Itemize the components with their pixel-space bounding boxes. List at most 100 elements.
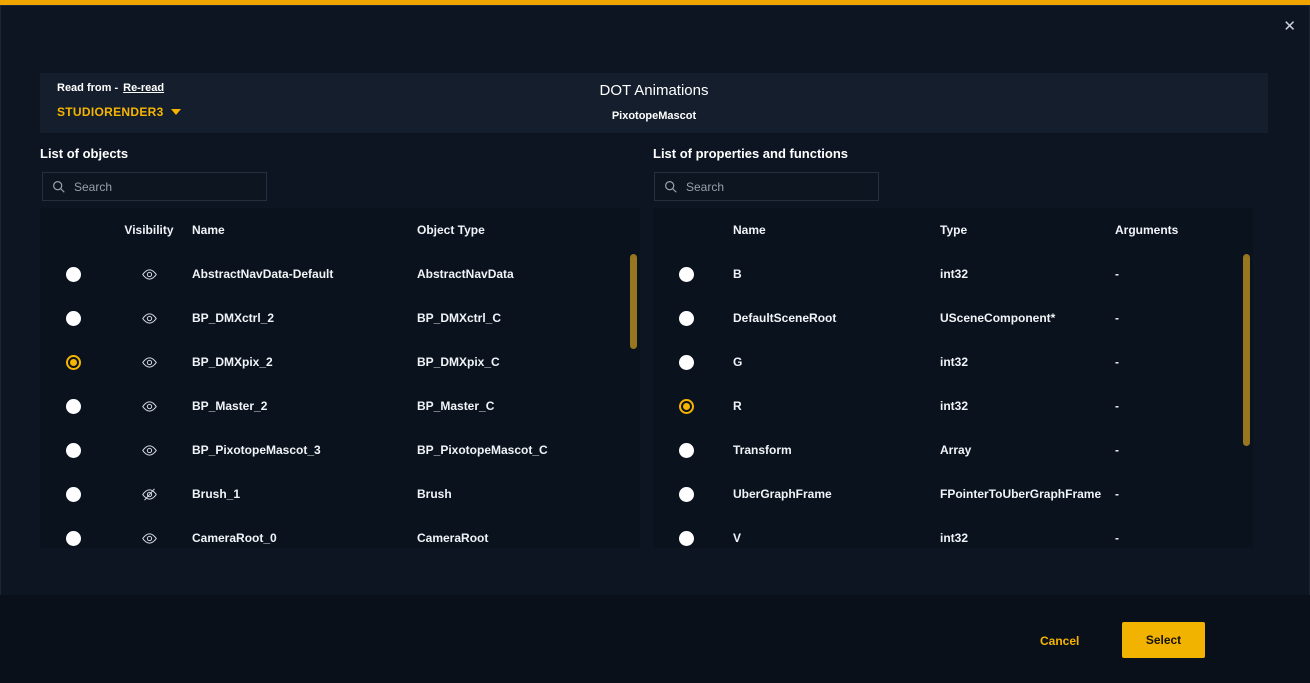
object-name-cell: BP_Master_2	[192, 399, 417, 413]
property-arguments-cell: -	[1115, 355, 1253, 369]
object-type-cell: BP_Master_C	[417, 399, 640, 413]
row-radio[interactable]	[679, 443, 694, 458]
row-radio[interactable]	[679, 355, 694, 370]
row-radio[interactable]	[66, 399, 81, 414]
table-row[interactable]: DefaultSceneRootUSceneComponent*-	[653, 296, 1253, 340]
radio-cell	[40, 443, 106, 458]
column-header-visibility: Visibility	[106, 223, 192, 237]
object-type-cell: BP_DMXpix_C	[417, 355, 640, 369]
row-radio[interactable]	[679, 487, 694, 502]
table-row[interactable]: TransformArray-	[653, 428, 1253, 472]
column-header-type: Type	[940, 223, 1115, 237]
footer-band	[0, 595, 1310, 683]
visibility-cell	[106, 442, 192, 459]
property-arguments-cell: -	[1115, 267, 1253, 281]
property-name-cell: B	[719, 267, 940, 281]
table-row[interactable]: Rint32-	[653, 384, 1253, 428]
table-row[interactable]: BP_DMXpix_2BP_DMXpix_C	[40, 340, 640, 384]
property-type-cell: Array	[940, 443, 1115, 457]
radio-cell	[40, 311, 106, 326]
visibility-eye-icon[interactable]	[141, 310, 158, 327]
property-arguments-cell: -	[1115, 311, 1253, 325]
search-icon	[52, 180, 66, 194]
row-radio[interactable]	[679, 311, 694, 326]
row-radio[interactable]	[66, 311, 81, 326]
property-arguments-cell: -	[1115, 443, 1253, 457]
property-type-cell: int32	[940, 355, 1115, 369]
table-row[interactable]: UberGraphFrameFPointerToUberGraphFrame-	[653, 472, 1253, 516]
table-row[interactable]: CameraRoot_0CameraRoot	[40, 516, 640, 548]
dialog-subtitle: PixotopeMascot	[40, 110, 1268, 122]
close-icon[interactable]: ✕	[1283, 19, 1296, 34]
visibility-eye-icon[interactable]	[141, 442, 158, 459]
radio-cell	[40, 531, 106, 546]
table-row[interactable]: Bint32-	[653, 252, 1253, 296]
object-name-cell: AbstractNavData-Default	[192, 267, 417, 281]
visibility-cell	[106, 266, 192, 283]
objects-search-box[interactable]	[42, 172, 267, 201]
property-arguments-cell: -	[1115, 487, 1253, 501]
table-row[interactable]: Vint32-	[653, 516, 1253, 548]
radio-cell	[40, 355, 106, 370]
property-name-cell: Transform	[719, 443, 940, 457]
radio-cell	[40, 399, 106, 414]
object-type-cell: Brush	[417, 487, 640, 501]
radio-cell	[653, 443, 719, 458]
radio-cell	[653, 355, 719, 370]
objects-panel-heading: List of objects	[40, 146, 128, 161]
row-radio[interactable]	[66, 443, 81, 458]
visibility-cell	[106, 398, 192, 415]
row-radio[interactable]	[66, 531, 81, 546]
table-row[interactable]: BP_PixotopeMascot_3BP_PixotopeMascot_C	[40, 428, 640, 472]
visibility-eye-icon[interactable]	[141, 266, 158, 283]
property-type-cell: int32	[940, 399, 1115, 413]
column-header-name: Name	[719, 223, 940, 237]
property-name-cell: G	[719, 355, 940, 369]
table-row[interactable]: Gint32-	[653, 340, 1253, 384]
visibility-cell	[106, 354, 192, 371]
row-radio[interactable]	[679, 399, 694, 414]
object-name-cell: Brush_1	[192, 487, 417, 501]
row-radio[interactable]	[66, 355, 81, 370]
visibility-cell	[106, 530, 192, 547]
column-header-object-type: Object Type	[417, 223, 640, 237]
column-header-arguments: Arguments	[1115, 223, 1253, 237]
visibility-eye-off-icon[interactable]	[141, 486, 158, 503]
row-radio[interactable]	[679, 267, 694, 282]
table-row[interactable]: Brush_1Brush	[40, 472, 640, 516]
radio-cell	[653, 311, 719, 326]
radio-cell	[653, 487, 719, 502]
visibility-eye-icon[interactable]	[141, 354, 158, 371]
radio-cell	[653, 531, 719, 546]
property-type-cell: USceneComponent*	[940, 311, 1115, 325]
select-button[interactable]: Select	[1122, 622, 1205, 658]
table-row[interactable]: BP_DMXctrl_2BP_DMXctrl_C	[40, 296, 640, 340]
object-name-cell: BP_PixotopeMascot_3	[192, 443, 417, 457]
scrollbar-thumb[interactable]	[630, 254, 637, 349]
table-row[interactable]: BP_Master_2BP_Master_C	[40, 384, 640, 428]
cancel-button[interactable]: Cancel	[1040, 634, 1079, 648]
radio-dot	[683, 403, 690, 410]
property-name-cell: DefaultSceneRoot	[719, 311, 940, 325]
object-type-cell: CameraRoot	[417, 531, 640, 545]
properties-panel-heading: List of properties and functions	[653, 146, 848, 161]
objects-table: Visibility Name Object Type AbstractNavD…	[40, 208, 640, 548]
radio-cell	[653, 399, 719, 414]
table-row[interactable]: AbstractNavData-DefaultAbstractNavData	[40, 252, 640, 296]
visibility-eye-icon[interactable]	[141, 530, 158, 547]
properties-search-box[interactable]	[654, 172, 879, 201]
property-name-cell: R	[719, 399, 940, 413]
objects-search-input[interactable]	[74, 180, 257, 194]
row-radio[interactable]	[66, 267, 81, 282]
radio-cell	[40, 487, 106, 502]
row-radio[interactable]	[679, 531, 694, 546]
properties-search-input[interactable]	[686, 180, 869, 194]
scrollbar-thumb[interactable]	[1243, 254, 1250, 446]
object-type-cell: AbstractNavData	[417, 267, 640, 281]
radio-dot	[70, 359, 77, 366]
objects-table-header: Visibility Name Object Type	[40, 208, 640, 252]
row-radio[interactable]	[66, 487, 81, 502]
properties-table: Name Type Arguments Bint32-DefaultSceneR…	[653, 208, 1253, 548]
object-name-cell: BP_DMXpix_2	[192, 355, 417, 369]
visibility-eye-icon[interactable]	[141, 398, 158, 415]
